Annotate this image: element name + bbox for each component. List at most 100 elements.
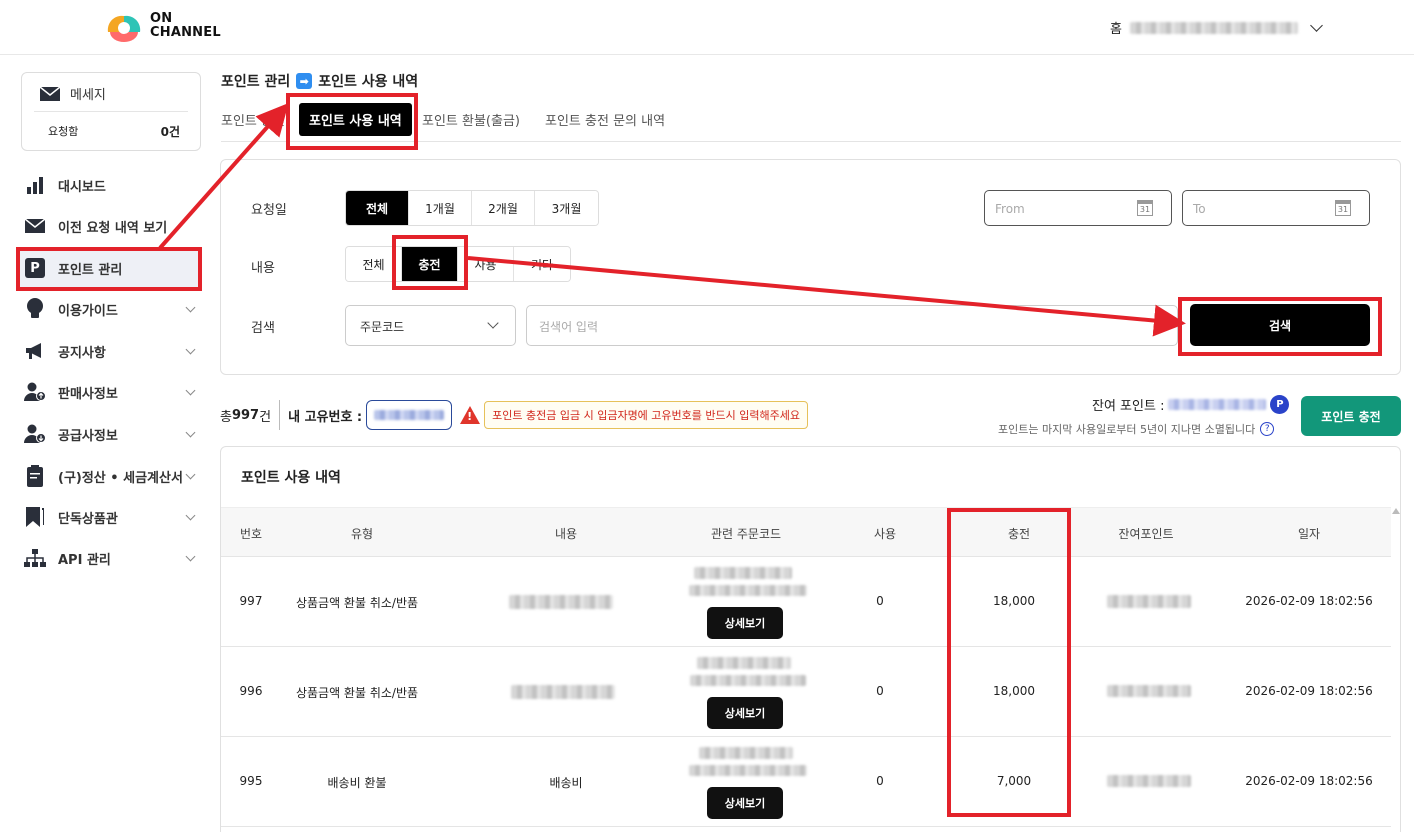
- tab-charge-inquiry[interactable]: 포인트 충전 문의 내역: [545, 110, 665, 129]
- col-content: 내용: [554, 527, 578, 541]
- sidebar-item-label: 포인트 관리: [58, 262, 123, 278]
- chevron-down-icon[interactable]: [185, 510, 196, 521]
- row-content-redacted: [509, 595, 613, 609]
- row-type: 상품금액 환불 취소/반품: [295, 596, 419, 610]
- sidebar-item-exclusive-products[interactable]: 단독상품관: [18, 498, 202, 536]
- chevron-down-icon[interactable]: [1310, 18, 1323, 32]
- clipboard-icon: [24, 465, 46, 487]
- row-charge: 7,000: [996, 774, 1032, 788]
- chevron-down-icon[interactable]: [185, 551, 196, 562]
- col-date: 일자: [1297, 527, 1321, 541]
- detail-button[interactable]: 상세보기: [707, 607, 783, 639]
- date-from-placeholder: From: [995, 202, 1025, 216]
- calendar-icon[interactable]: 31: [1335, 200, 1351, 216]
- row-remaining-redacted: [1107, 685, 1191, 697]
- row-use: 0: [876, 774, 884, 788]
- balance-value-redacted: [1168, 399, 1267, 410]
- bookmark-icon: [24, 506, 46, 528]
- content-option-charge[interactable]: 충전: [402, 247, 458, 281]
- megaphone-icon: [24, 340, 46, 362]
- search-button[interactable]: 검색: [1190, 304, 1370, 346]
- row-order-code-redacted: [699, 747, 793, 759]
- help-icon[interactable]: ?: [1260, 422, 1275, 436]
- chevron-down-icon[interactable]: [185, 427, 196, 438]
- table-row: 996 상품금액 환불 취소/반품 상세보기 0 18,000 2026-02-…: [221, 647, 1391, 737]
- message-card[interactable]: 메세지 요청함 0건: [21, 72, 201, 151]
- search-placeholder: 검색어 입력: [539, 320, 599, 334]
- sidebar-item-notice[interactable]: 공지사항: [18, 332, 202, 370]
- sidebar-item-label: 대시보드: [58, 179, 106, 195]
- sidebar-item-api[interactable]: API 관리: [18, 539, 202, 577]
- uid-value-redacted: [374, 410, 445, 420]
- table-row: 997 상품금액 환불 취소/반품 상세보기 0 18,000 2026-02-…: [221, 557, 1391, 647]
- warning-text: 포인트 충전금 입금 시 입금자명에 고유번호를 반드시 입력해주세요: [484, 401, 808, 429]
- sidebar-item-seller-info[interactable]: 판매사정보: [18, 373, 202, 411]
- row-number: 997: [239, 594, 263, 608]
- warning-icon: !: [460, 406, 481, 424]
- content-type-segment: 전체 충전 사용 기타: [345, 246, 571, 282]
- date-from-input[interactable]: From 31: [984, 190, 1172, 226]
- row-use: 0: [876, 684, 884, 698]
- content-option-all[interactable]: 전체: [346, 247, 402, 281]
- uid-label: 내 고유번호 :: [288, 409, 363, 425]
- content-option-use[interactable]: 사용: [458, 247, 514, 281]
- row-date: 2026-02-09 18:02:56: [1245, 594, 1373, 608]
- chevron-down-icon[interactable]: [185, 344, 196, 355]
- sidebar-item-supplier-info[interactable]: 공급사정보: [18, 415, 202, 453]
- calendar-icon[interactable]: 31: [1137, 200, 1153, 216]
- sidebar-item-settlement[interactable]: (구)정산 • 세금계산서: [18, 457, 202, 495]
- account-menu[interactable]: 홈: [1110, 18, 1323, 37]
- point-charge-button[interactable]: 포인트 충전: [1301, 396, 1401, 436]
- date-option-all[interactable]: 전체: [346, 191, 409, 225]
- row-type: 배송비 환불: [327, 776, 387, 790]
- sidebar-item-guide[interactable]: 이용가이드: [18, 290, 202, 328]
- row-date: 2026-02-09 18:02:56: [1245, 684, 1373, 698]
- sidebar-item-label: 단독상품관: [58, 511, 118, 527]
- row-order-code-redacted: [689, 765, 807, 776]
- supplier-icon: [24, 423, 46, 445]
- chevron-down-icon[interactable]: [185, 385, 196, 396]
- point-badge-icon: P: [1270, 395, 1290, 414]
- col-number: 번호: [239, 527, 263, 541]
- sidebar-item-history[interactable]: 이전 요청 내역 보기: [18, 207, 202, 245]
- envelope-icon: [24, 215, 46, 237]
- envelope-icon: [40, 86, 60, 101]
- row-type: 상품금액 환불 취소/반품: [295, 686, 419, 700]
- date-option-1m[interactable]: 1개월: [409, 191, 472, 225]
- search-input[interactable]: 검색어 입력: [526, 305, 1178, 346]
- expire-note-text: 포인트는 마지막 사용일로부터 5년이 지나면 소멸됩니다: [998, 423, 1256, 436]
- date-option-2m[interactable]: 2개월: [472, 191, 535, 225]
- usage-table-card: 포인트 사용 내역 번호 유형 내용 관련 주문코드 사용 충전 잔여포인트 일…: [220, 446, 1401, 832]
- detail-button[interactable]: 상세보기: [707, 787, 783, 819]
- sidebar-item-dashboard[interactable]: 대시보드: [18, 166, 202, 204]
- breadcrumb: 포인트 관리 ➡ 포인트 사용 내역: [221, 71, 418, 91]
- request-inbox-row[interactable]: 요청함 0건: [34, 111, 188, 140]
- chevron-down-icon[interactable]: [185, 469, 196, 480]
- content-option-etc[interactable]: 기타: [514, 247, 570, 281]
- date-to-input[interactable]: To 31: [1182, 190, 1370, 226]
- tab-point-charge[interactable]: 포인트 충전: [221, 110, 285, 129]
- filter-panel: 요청일 전체 1개월 2개월 3개월 From 31 To 31 내용 전체 충…: [220, 159, 1401, 375]
- tab-point-usage[interactable]: 포인트 사용 내역: [299, 103, 412, 136]
- sitemap-icon: [24, 547, 46, 569]
- scroll-up-icon[interactable]: [1392, 508, 1400, 514]
- logo-line2: CHANNEL: [150, 25, 221, 40]
- date-filter-label: 요청일: [251, 203, 287, 218]
- search-field-select[interactable]: 주문코드: [345, 305, 516, 346]
- col-order-code: 관련 주문코드: [710, 527, 782, 541]
- detail-button[interactable]: 상세보기: [707, 697, 783, 729]
- date-option-3m[interactable]: 3개월: [535, 191, 598, 225]
- row-remaining-redacted: [1107, 595, 1191, 608]
- tab-point-refund[interactable]: 포인트 환불(출금): [422, 110, 520, 129]
- row-date: 2026-02-09 18:02:56: [1245, 774, 1373, 788]
- message-title: 메세지: [70, 88, 106, 103]
- sidebar-item-point-management[interactable]: P 포인트 관리: [18, 249, 202, 287]
- col-remaining: 잔여포인트: [1118, 527, 1174, 541]
- sidebar-item-label: 공지사항: [58, 345, 106, 361]
- balance-label: 잔여 포인트 :: [1092, 399, 1165, 414]
- bulb-icon: [24, 298, 46, 320]
- remaining-points: 잔여 포인트 : P: [1092, 395, 1290, 414]
- chevron-down-icon[interactable]: [185, 302, 196, 313]
- row-charge: 18,000: [993, 594, 1035, 608]
- logo[interactable]: ON CHANNEL: [102, 10, 221, 42]
